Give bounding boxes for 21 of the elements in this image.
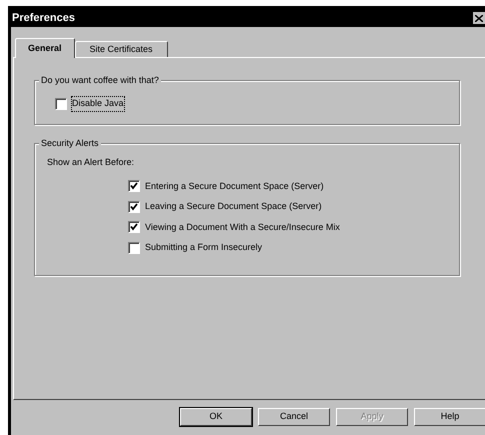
checkbox-label[interactable]: Submitting a Form Insecurely: [145, 241, 262, 254]
window-title: Preferences: [11, 10, 75, 26]
dialog-button[interactable]: OK: [180, 408, 252, 426]
checkbox-label[interactable]: Viewing a Document With a Secure/Insecure Mix: [145, 220, 340, 234]
checkbox-label[interactable]: Disable Java: [72, 97, 124, 110]
close-icon: [475, 14, 483, 22]
checkbox-label[interactable]: Leaving a Secure Document Space (Server): [145, 200, 322, 214]
checkbox[interactable]: [128, 221, 140, 234]
group-title: Do you want coffee with that?: [39, 74, 161, 88]
close-button[interactable]: [473, 12, 485, 24]
group-title: Security Alerts: [39, 137, 101, 150]
checkbox[interactable]: [55, 98, 67, 110]
checkbox[interactable]: [128, 242, 140, 254]
checkbox[interactable]: [128, 200, 140, 213]
dialog-button[interactable]: Cancel: [258, 408, 330, 426]
group-label: Show an Alert Before:: [47, 156, 136, 169]
checkbox-label[interactable]: Entering a Secure Document Space (Server): [145, 180, 324, 193]
dialog-button[interactable]: Help: [414, 408, 485, 426]
tab[interactable]: Site Certificates: [74, 41, 168, 57]
checkbox[interactable]: [128, 180, 140, 192]
tab[interactable]: General: [15, 38, 75, 58]
